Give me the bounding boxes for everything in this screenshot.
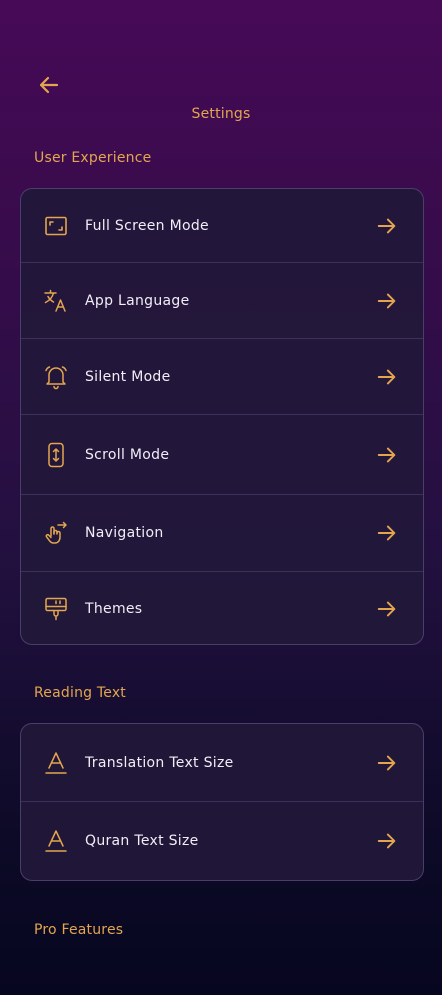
settings-item-label: Quran Text Size bbox=[85, 833, 199, 849]
settings-item-app-language[interactable]: App Language bbox=[21, 263, 423, 339]
arrow-right-icon bbox=[375, 365, 399, 389]
text-size-icon bbox=[43, 828, 69, 854]
section-title-user-experience: User Experience bbox=[34, 150, 152, 166]
arrow-left-icon bbox=[39, 76, 59, 94]
section-title-reading-text: Reading Text bbox=[34, 685, 126, 701]
settings-item-quran-text-size[interactable]: Quran Text Size bbox=[21, 802, 423, 880]
settings-item-label: Full Screen Mode bbox=[85, 217, 209, 234]
settings-item-translation-text-size[interactable]: Translation Text Size bbox=[21, 724, 423, 802]
back-button[interactable] bbox=[36, 72, 62, 98]
settings-item-label: Translation Text Size bbox=[85, 754, 234, 771]
alarm-bell-icon bbox=[43, 364, 69, 390]
arrow-right-icon bbox=[375, 597, 399, 621]
settings-item-label: Navigation bbox=[85, 525, 164, 541]
settings-item-label: App Language bbox=[85, 292, 190, 309]
swipe-hand-icon bbox=[43, 520, 69, 546]
arrow-right-icon bbox=[375, 751, 399, 775]
settings-item-label: Themes bbox=[85, 601, 143, 617]
settings-item-label: Silent Mode bbox=[85, 368, 171, 385]
arrow-right-icon bbox=[375, 521, 399, 545]
reading-text-card: Translation Text Size Quran Text Size bbox=[20, 723, 424, 881]
page-title: Settings bbox=[191, 106, 251, 122]
scroll-icon bbox=[43, 442, 69, 468]
section-title-pro-features: Pro Features bbox=[34, 922, 124, 938]
settings-item-themes[interactable]: Themes bbox=[21, 572, 423, 644]
arrow-right-icon bbox=[375, 443, 399, 467]
settings-item-full-screen-mode[interactable]: Full Screen Mode bbox=[21, 189, 423, 263]
settings-item-label: Scroll Mode bbox=[85, 446, 170, 463]
settings-item-scroll-mode[interactable]: Scroll Mode bbox=[21, 415, 423, 495]
text-size-icon bbox=[43, 750, 69, 776]
paint-roller-icon bbox=[43, 596, 69, 622]
arrow-right-icon bbox=[375, 829, 399, 853]
arrow-right-icon bbox=[375, 214, 399, 238]
arrow-right-icon bbox=[375, 289, 399, 313]
user-experience-card: Full Screen Mode App Language Silent Mod… bbox=[20, 188, 424, 645]
settings-item-navigation[interactable]: Navigation bbox=[21, 495, 423, 572]
settings-item-silent-mode[interactable]: Silent Mode bbox=[21, 339, 423, 415]
fullscreen-icon bbox=[43, 213, 69, 239]
translate-icon bbox=[43, 288, 69, 314]
